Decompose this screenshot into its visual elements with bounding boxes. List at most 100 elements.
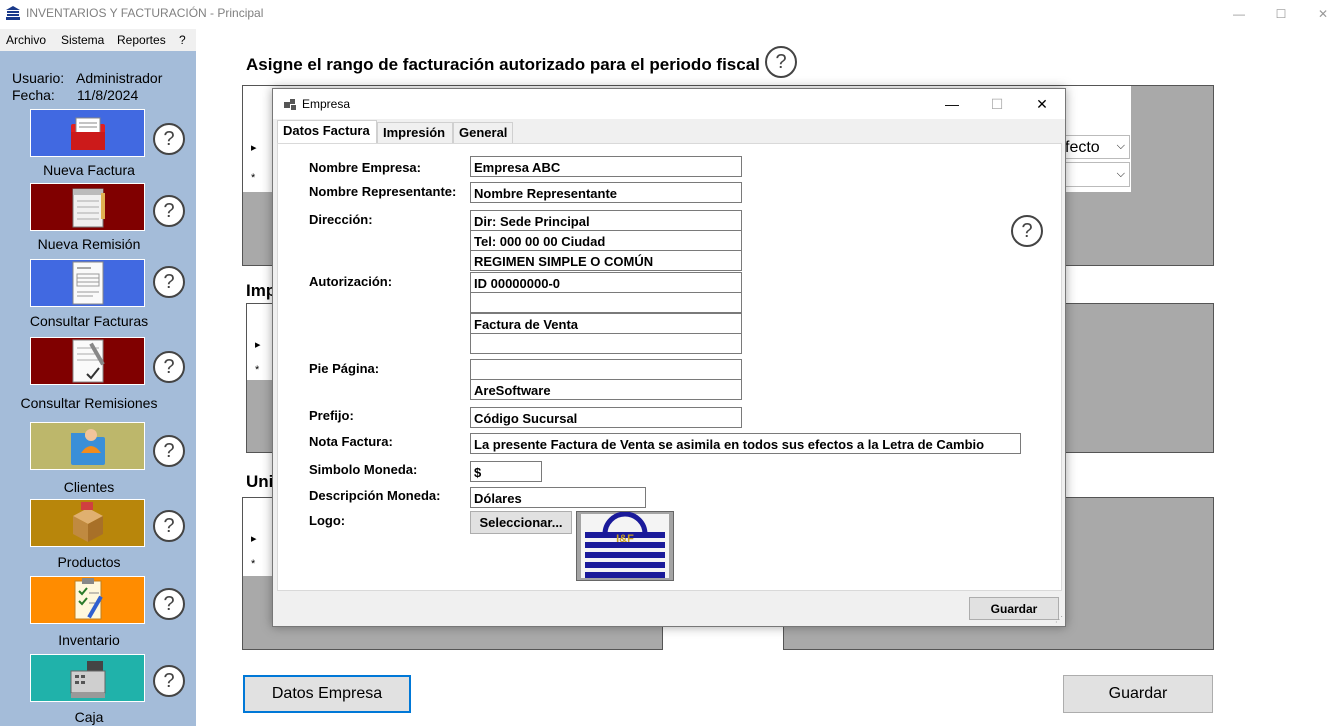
consultar-facturas-label: Consultar Facturas bbox=[29, 313, 149, 329]
nueva-remision-label: Nueva Remisión bbox=[37, 236, 141, 252]
direccion-line-2[interactable]: Tel: 000 00 00 Ciudad bbox=[470, 230, 742, 251]
autorizacion-line-3[interactable]: Factura de Venta bbox=[470, 313, 742, 334]
productos-button[interactable] bbox=[30, 499, 145, 547]
signed-document-icon bbox=[72, 339, 105, 383]
dialog-guardar-button[interactable]: Guardar bbox=[969, 597, 1059, 620]
empresa-dialog: Empresa — ☐ ✕ Datos Factura Impresión Ge… bbox=[272, 88, 1066, 627]
nueva-factura-label: Nueva Factura bbox=[43, 162, 135, 178]
dialog-title: Empresa bbox=[302, 97, 351, 111]
logo-text: I&F bbox=[616, 533, 634, 545]
nombre-representante-field[interactable]: Nombre Representante bbox=[470, 182, 742, 203]
datos-empresa-button[interactable]: Datos Empresa bbox=[243, 675, 411, 713]
row-new-icon: * bbox=[251, 172, 256, 184]
autorizacion-line-2[interactable] bbox=[470, 292, 742, 313]
autorizacion-label: Autorización: bbox=[309, 274, 393, 289]
nueva-remision-button[interactable] bbox=[30, 183, 145, 231]
menu-archivo[interactable]: Archivo bbox=[6, 33, 46, 47]
notepad-icon bbox=[72, 188, 105, 228]
invoice-folder-icon bbox=[70, 117, 105, 150]
date-value: 11/8/2024 bbox=[77, 87, 139, 103]
logo-label: Logo: bbox=[309, 513, 346, 528]
caja-label: Caja bbox=[74, 709, 104, 725]
caja-help-icon[interactable]: ? bbox=[153, 665, 185, 697]
clientes-help-icon[interactable]: ? bbox=[153, 435, 185, 467]
consultar-facturas-help-icon[interactable]: ? bbox=[153, 266, 185, 298]
prefijo-label: Prefijo: bbox=[309, 408, 354, 423]
unidades-grid-header bbox=[243, 498, 275, 576]
document-list-icon bbox=[72, 261, 103, 305]
clientes-label: Clientes bbox=[63, 479, 115, 495]
user-value: Administrador bbox=[76, 70, 163, 86]
menu-reportes[interactable]: Reportes bbox=[117, 33, 166, 47]
user-label: Usuario: bbox=[12, 70, 65, 86]
descripcion-moneda-field[interactable]: Dólares bbox=[470, 487, 646, 508]
inventario-label: Inventario bbox=[58, 632, 120, 648]
window-icon bbox=[284, 99, 296, 110]
nueva-remision-help-icon[interactable]: ? bbox=[153, 195, 185, 227]
guardar-button[interactable]: Guardar bbox=[1063, 675, 1213, 713]
autorizacion-line-4[interactable] bbox=[470, 333, 742, 354]
efecto-select-2[interactable]: ⌵ bbox=[1060, 162, 1130, 187]
productos-help-icon[interactable]: ? bbox=[153, 510, 185, 542]
company-logo: I&F bbox=[576, 511, 674, 581]
row-arrow-icon: ▸ bbox=[255, 339, 261, 351]
direccion-line-3[interactable]: REGIMEN SIMPLE O COMÚN bbox=[470, 250, 742, 271]
page-title: Asigne el rango de facturación autorizad… bbox=[246, 55, 760, 74]
nombre-empresa-field[interactable]: Empresa ABC bbox=[470, 156, 742, 177]
client-folder-icon bbox=[70, 429, 105, 465]
menu-help[interactable]: ? bbox=[179, 33, 186, 47]
menu-bar: Archivo Sistema Reportes ? bbox=[0, 29, 196, 51]
direccion-label: Dirección: bbox=[309, 212, 373, 227]
resize-grip-icon[interactable]: ⋰ bbox=[1055, 615, 1063, 624]
pie-pagina-label: Pie Página: bbox=[309, 361, 380, 376]
bank-icon bbox=[6, 6, 20, 20]
inventario-help-icon[interactable]: ? bbox=[153, 588, 185, 620]
chevron-down-icon: ⌵ bbox=[1116, 168, 1125, 180]
dialog-help-icon[interactable]: ? bbox=[1011, 215, 1043, 247]
efecto-value: fecto bbox=[1065, 139, 1100, 156]
menu-sistema[interactable]: Sistema bbox=[61, 33, 104, 47]
autorizacion-line-1[interactable]: ID 00000000-0 bbox=[470, 272, 742, 293]
row-new-icon: * bbox=[255, 364, 260, 376]
prefijo-field[interactable]: Código Sucursal bbox=[470, 407, 742, 428]
descripcion-moneda-label: Descripción Moneda: bbox=[309, 488, 441, 503]
tab-general[interactable]: General bbox=[453, 122, 513, 143]
seleccionar-logo-button[interactable]: Seleccionar... bbox=[470, 511, 572, 534]
consultar-remisiones-help-icon[interactable]: ? bbox=[153, 351, 185, 383]
consultar-facturas-button[interactable] bbox=[30, 259, 145, 307]
pie-pagina-line-1[interactable] bbox=[470, 359, 742, 380]
direccion-line-1[interactable]: Dir: Sede Principal bbox=[470, 210, 742, 231]
pie-pagina-line-2[interactable]: AreSoftware bbox=[470, 379, 742, 400]
efecto-select[interactable]: fecto ⌵ bbox=[1060, 135, 1130, 159]
window-titlebar: INVENTARIOS Y FACTURACIÓN - Principal — … bbox=[0, 0, 1344, 27]
dialog-maximize-button[interactable]: ☐ bbox=[974, 89, 1020, 119]
dialog-titlebar: Empresa — ☐ ✕ bbox=[273, 89, 1065, 119]
cash-register-icon bbox=[70, 661, 105, 698]
nota-factura-field[interactable]: La presente Factura de Venta se asimila … bbox=[470, 433, 1021, 454]
caja-button[interactable] bbox=[30, 654, 145, 702]
sidebar: Usuario: Administrador Fecha: 11/8/2024 … bbox=[0, 51, 196, 726]
inventario-button[interactable] bbox=[30, 576, 145, 624]
section-unidades-label: Uni bbox=[246, 472, 274, 491]
minimize-button[interactable]: — bbox=[1216, 0, 1262, 27]
consultar-remisiones-button[interactable] bbox=[30, 337, 145, 385]
maximize-button[interactable]: ☐ bbox=[1258, 0, 1304, 27]
consultar-remisiones-label: Consultar Remisiones bbox=[20, 395, 158, 411]
close-button[interactable]: ✕ bbox=[1300, 0, 1344, 27]
chevron-down-icon: ⌵ bbox=[1116, 140, 1125, 152]
nombre-empresa-label: Nombre Empresa: bbox=[309, 160, 421, 175]
logo-image: I&F bbox=[581, 511, 669, 578]
dialog-close-button[interactable]: ✕ bbox=[1019, 89, 1065, 119]
clipboard-icon bbox=[74, 578, 103, 620]
tab-impresion[interactable]: Impresión bbox=[377, 122, 453, 143]
tab-datos-factura[interactable]: Datos Factura bbox=[277, 120, 377, 144]
nueva-factura-button[interactable] bbox=[30, 109, 145, 157]
date-label: Fecha: bbox=[12, 87, 55, 103]
nueva-factura-help-icon[interactable]: ? bbox=[153, 123, 185, 155]
row-arrow-icon: ▸ bbox=[251, 533, 257, 545]
clientes-button[interactable] bbox=[30, 422, 145, 470]
simbolo-moneda-label: Simbolo Moneda: bbox=[309, 462, 418, 477]
dialog-minimize-button[interactable]: — bbox=[929, 89, 975, 119]
simbolo-moneda-field[interactable]: $ bbox=[470, 461, 542, 482]
page-help-icon[interactable]: ? bbox=[765, 46, 797, 78]
